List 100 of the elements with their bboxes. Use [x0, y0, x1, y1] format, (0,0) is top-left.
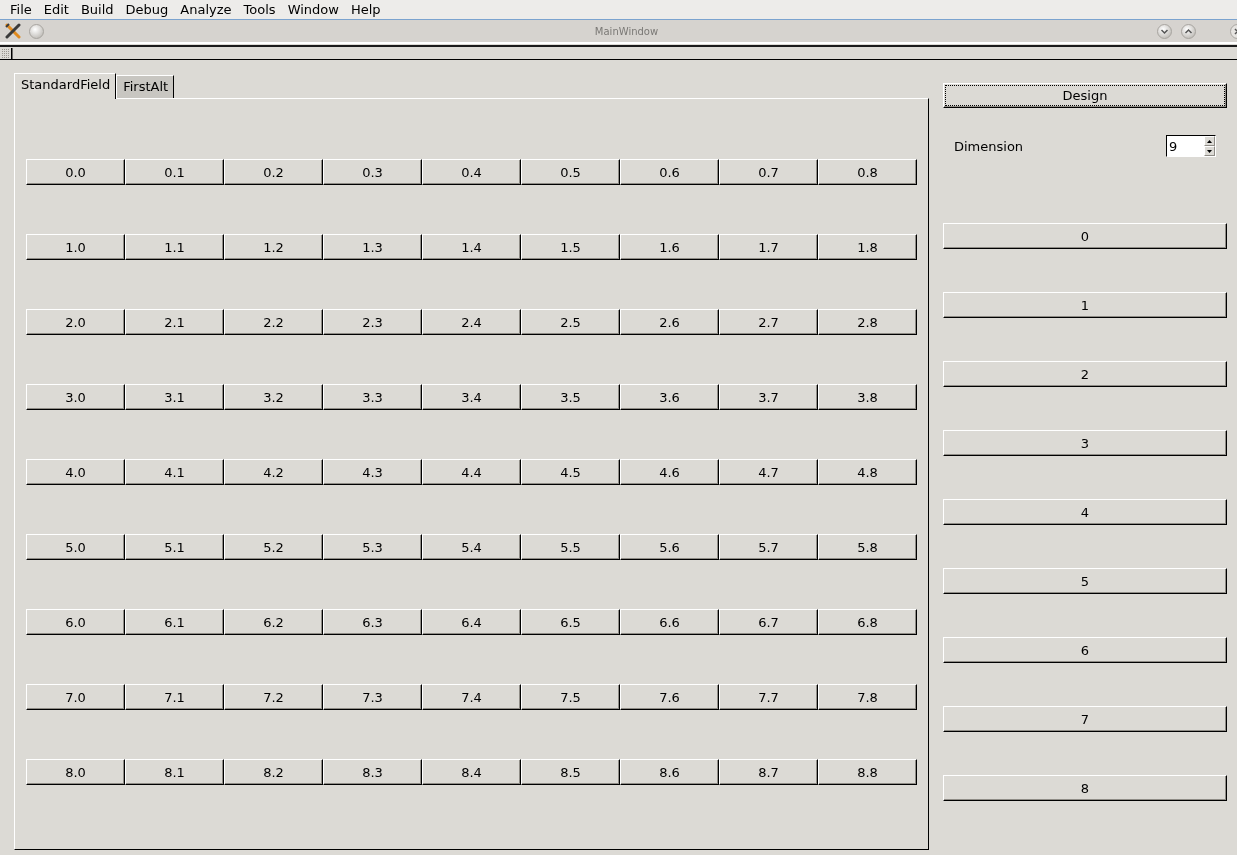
grid-button[interactable]: 4.4 — [422, 459, 521, 485]
number-button[interactable]: 7 — [943, 706, 1227, 732]
grid-button[interactable]: 0.0 — [26, 159, 125, 185]
grid-button[interactable]: 1.8 — [818, 234, 917, 260]
grid-button[interactable]: 6.2 — [224, 609, 323, 635]
grid-button[interactable]: 5.8 — [818, 534, 917, 560]
grid-button[interactable]: 4.6 — [620, 459, 719, 485]
grid-button[interactable]: 3.1 — [125, 384, 224, 410]
grid-button[interactable]: 3.8 — [818, 384, 917, 410]
grid-button[interactable]: 1.6 — [620, 234, 719, 260]
grid-button[interactable]: 0.3 — [323, 159, 422, 185]
grid-button[interactable]: 2.4 — [422, 309, 521, 335]
close-icon[interactable] — [1230, 23, 1237, 39]
grid-button[interactable]: 2.1 — [125, 309, 224, 335]
grid-button[interactable]: 7.2 — [224, 684, 323, 710]
grid-button[interactable]: 7.0 — [26, 684, 125, 710]
grid-button[interactable]: 7.5 — [521, 684, 620, 710]
grid-button[interactable]: 4.3 — [323, 459, 422, 485]
number-button[interactable]: 0 — [943, 223, 1227, 249]
grid-button[interactable]: 5.3 — [323, 534, 422, 560]
grid-button[interactable]: 8.4 — [422, 759, 521, 785]
grid-button[interactable]: 0.7 — [719, 159, 818, 185]
grid-button[interactable]: 3.3 — [323, 384, 422, 410]
grid-button[interactable]: 5.2 — [224, 534, 323, 560]
grid-button[interactable]: 3.2 — [224, 384, 323, 410]
menu-item[interactable]: Analyze — [174, 1, 238, 18]
grid-button[interactable]: 2.3 — [323, 309, 422, 335]
grid-button[interactable]: 6.0 — [26, 609, 125, 635]
grid-button[interactable]: 5.4 — [422, 534, 521, 560]
menu-item[interactable]: Debug — [119, 1, 175, 18]
grid-button[interactable]: 8.5 — [521, 759, 620, 785]
design-button[interactable]: Design — [943, 83, 1227, 108]
grid-button[interactable]: 4.2 — [224, 459, 323, 485]
grid-button[interactable]: 6.1 — [125, 609, 224, 635]
grid-button[interactable]: 1.0 — [26, 234, 125, 260]
grid-button[interactable]: 8.1 — [125, 759, 224, 785]
grid-button[interactable]: 2.2 — [224, 309, 323, 335]
grid-button[interactable]: 0.5 — [521, 159, 620, 185]
menu-item[interactable]: File — [4, 1, 38, 18]
number-button[interactable]: 6 — [943, 637, 1227, 663]
grid-button[interactable]: 0.1 — [125, 159, 224, 185]
number-button[interactable]: 4 — [943, 499, 1227, 525]
grid-button[interactable]: 2.0 — [26, 309, 125, 335]
grid-button[interactable]: 2.7 — [719, 309, 818, 335]
grid-button[interactable]: 8.3 — [323, 759, 422, 785]
grid-button[interactable]: 5.1 — [125, 534, 224, 560]
grid-button[interactable]: 6.7 — [719, 609, 818, 635]
crossed-tools-icon[interactable] — [5, 23, 21, 39]
grid-button[interactable]: 1.1 — [125, 234, 224, 260]
grid-button[interactable]: 8.8 — [818, 759, 917, 785]
grid-button[interactable]: 3.0 — [26, 384, 125, 410]
grid-button[interactable]: 4.5 — [521, 459, 620, 485]
grid-button[interactable]: 7.8 — [818, 684, 917, 710]
grid-button[interactable]: 1.5 — [521, 234, 620, 260]
grid-button[interactable]: 5.0 — [26, 534, 125, 560]
tab[interactable]: FirstAlt — [116, 75, 175, 98]
grid-button[interactable]: 4.8 — [818, 459, 917, 485]
grid-button[interactable]: 1.4 — [422, 234, 521, 260]
grid-button[interactable]: 1.7 — [719, 234, 818, 260]
minimize-icon[interactable] — [1157, 23, 1172, 39]
menu-item[interactable]: Edit — [37, 1, 75, 18]
grid-button[interactable]: 5.6 — [620, 534, 719, 560]
number-button[interactable]: 3 — [943, 430, 1227, 456]
grid-button[interactable]: 4.0 — [26, 459, 125, 485]
grid-button[interactable]: 2.8 — [818, 309, 917, 335]
grid-button[interactable]: 3.6 — [620, 384, 719, 410]
grid-button[interactable]: 0.8 — [818, 159, 917, 185]
menu-item[interactable]: Tools — [237, 1, 282, 18]
grid-button[interactable]: 8.2 — [224, 759, 323, 785]
grid-button[interactable]: 6.4 — [422, 609, 521, 635]
grid-button[interactable]: 0.2 — [224, 159, 323, 185]
grid-button[interactable]: 7.7 — [719, 684, 818, 710]
grid-button[interactable]: 1.2 — [224, 234, 323, 260]
grid-button[interactable]: 0.4 — [422, 159, 521, 185]
grid-button[interactable]: 7.3 — [323, 684, 422, 710]
grid-button[interactable]: 5.7 — [719, 534, 818, 560]
grid-button[interactable]: 4.7 — [719, 459, 818, 485]
number-button[interactable]: 2 — [943, 361, 1227, 387]
menu-item[interactable]: Help — [344, 1, 387, 18]
grid-button[interactable]: 6.6 — [620, 609, 719, 635]
grid-button[interactable]: 2.5 — [521, 309, 620, 335]
grid-button[interactable]: 2.6 — [620, 309, 719, 335]
tab[interactable]: StandardField — [14, 73, 117, 99]
grid-button[interactable]: 7.6 — [620, 684, 719, 710]
grid-button[interactable]: 7.4 — [422, 684, 521, 710]
grid-button[interactable]: 7.1 — [125, 684, 224, 710]
number-button[interactable]: 8 — [943, 775, 1227, 801]
menu-item[interactable]: Build — [74, 1, 120, 18]
grid-button[interactable]: 6.3 — [323, 609, 422, 635]
grid-button[interactable]: 3.7 — [719, 384, 818, 410]
menu-item[interactable]: Window — [281, 1, 345, 18]
grid-button[interactable]: 4.1 — [125, 459, 224, 485]
grid-button[interactable]: 5.5 — [521, 534, 620, 560]
maximize-icon[interactable] — [1181, 23, 1196, 39]
grid-button[interactable]: 8.7 — [719, 759, 818, 785]
number-button[interactable]: 5 — [943, 568, 1227, 594]
grid-button[interactable]: 3.4 — [422, 384, 521, 410]
grid-button[interactable]: 3.5 — [521, 384, 620, 410]
grid-button[interactable]: 1.3 — [323, 234, 422, 260]
grid-button[interactable]: 0.6 — [620, 159, 719, 185]
